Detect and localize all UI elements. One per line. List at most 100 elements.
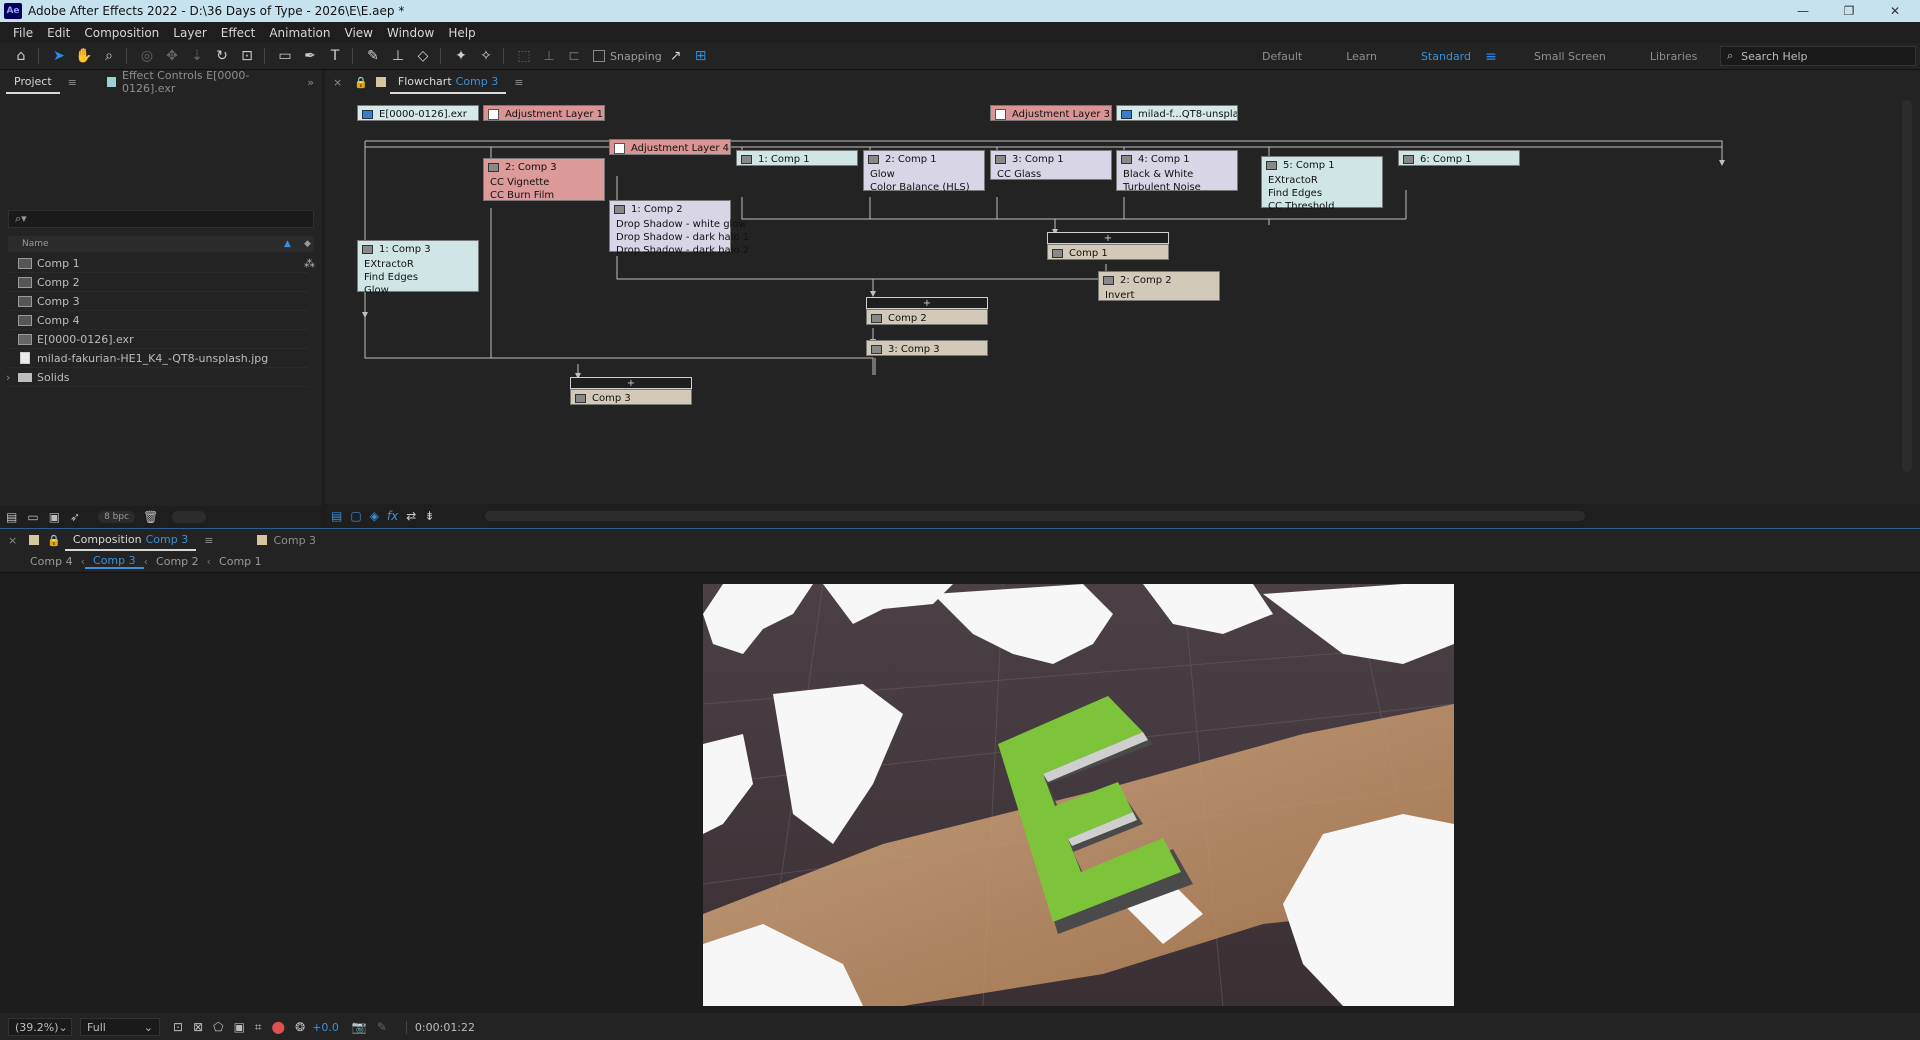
workspace-small-screen[interactable]: Small Screen [1512,50,1628,63]
flow-node-5-comp-1[interactable]: 5: Comp 1 EXtractoR Find Edges CC Thresh… [1261,156,1383,212]
show-snapshot-icon[interactable]: ✎ [377,1020,387,1034]
flow-node-3-comp-1[interactable]: 3: Comp 1 CC Glass [990,150,1112,180]
close-tab-icon[interactable]: × [0,534,25,547]
panel-menu-icon[interactable]: ≡ [196,534,221,547]
show-solids-icon[interactable]: ▢ [350,509,361,523]
menu-animation[interactable]: Animation [262,26,337,40]
trash-icon[interactable]: 🗑 [143,510,158,524]
breadcrumb-comp-4[interactable]: Comp 4 [22,555,81,568]
zoom-tool-icon[interactable]: ⌕ [98,45,120,67]
project-item-comp-4[interactable]: Comp 4 [8,311,308,330]
close-tab-icon[interactable]: × [325,76,350,89]
flow-node-comp-1[interactable]: Comp 1 [1047,244,1169,260]
flowchart-canvas[interactable]: E[0000-0126].exr Adjustment Layer 1 Adju… [325,94,1920,504]
flow-node-1-comp-2[interactable]: 1: Comp 2 Drop Shadow - white glow Drop … [609,200,749,256]
rotation-tool-icon[interactable]: ↻ [211,45,233,67]
roto-brush-tool-icon[interactable]: ✦ [450,45,472,67]
panel-overflow-icon[interactable]: » [299,76,322,89]
flowchart-node-icon[interactable]: ⁂ [304,257,315,270]
expand-arrow-icon[interactable]: › [6,371,10,384]
project-item-comp-3[interactable]: Comp 3 [8,292,308,311]
project-scrollbar[interactable] [172,511,207,523]
pan-behind-tool-icon[interactable]: ⊡ [236,45,258,67]
brush-tool-icon[interactable]: ✎ [362,45,384,67]
mask-visibility-icon[interactable]: ⬠ [213,1020,223,1034]
magnification-dropdown[interactable]: (39.2%) ⌄ [8,1018,72,1036]
flow-node-1-comp-3[interactable]: 1: Comp 3 EXtractoR Find Edges Glow [357,240,479,296]
snapping-checkbox[interactable] [593,50,605,62]
comp-3-merge-box[interactable]: + [570,377,692,389]
flowchart-horizontal-scrollbar[interactable] [485,511,1585,521]
flow-node-2-comp-2[interactable]: 2: Comp 2 Invert [1098,271,1220,301]
menu-effect[interactable]: Effect [214,26,263,40]
orbit-camera-icon[interactable]: ◎ [136,45,158,67]
flow-node-2-comp-1[interactable]: 2: Comp 1 Glow Color Balance (HLS) [863,150,985,193]
workspace-libraries[interactable]: Libraries [1628,50,1720,63]
menu-view[interactable]: View [338,26,380,40]
render-queue-icon[interactable]: ➶ [70,510,80,524]
project-column-header[interactable]: Name ▲ ◆ [8,236,314,252]
flow-node-6-comp-1[interactable]: 6: Comp 1 [1398,150,1520,166]
maximize-button[interactable]: ❐ [1826,0,1872,22]
fast-previews-icon[interactable]: ⊡ [173,1020,183,1034]
tab-composition[interactable]: Composition Comp 3 [64,529,197,551]
sort-ascending-icon[interactable]: ▲ [284,239,291,249]
resolution-dropdown[interactable]: Full ⌄ [80,1018,160,1036]
flow-node-exr[interactable]: E[0000-0126].exr [357,105,479,121]
guides-grid-icon[interactable]: ⌗ [255,1020,262,1035]
menu-edit[interactable]: Edit [40,26,77,40]
world-axis-mode-icon[interactable]: ⟂ [538,45,560,67]
puppet-pin-tool-icon[interactable]: ✧ [475,45,497,67]
menu-layer[interactable]: Layer [166,26,213,40]
workspace-standard[interactable]: Standard [1399,50,1477,63]
project-item-exr-sequence[interactable]: E[0000-0126].exr [8,330,308,349]
comp-2-merge-box[interactable]: + [866,297,988,309]
current-time-display[interactable]: 0:00:01:22 [405,1020,475,1034]
eraser-tool-icon[interactable]: ◇ [412,45,434,67]
breadcrumb-comp-1[interactable]: Comp 1 [211,555,270,568]
lock-icon[interactable]: 🔒 [43,534,65,547]
comp-1-merge-box[interactable]: + [1047,232,1169,244]
flow-node-comp-2[interactable]: Comp 2 [866,309,988,325]
local-axis-mode-icon[interactable]: ⬚ [513,45,535,67]
interpret-footage-icon[interactable]: ▤ [6,510,17,524]
new-composition-icon[interactable]: ▣ [49,510,60,524]
flow-node-4-comp-1[interactable]: 4: Comp 1 Black & White Turbulent Noise [1116,150,1238,193]
home-icon[interactable]: ⌂ [10,45,32,67]
flow-node-comp-3[interactable]: Comp 3 [570,389,692,405]
selection-tool-icon[interactable]: ➤ [48,45,70,67]
snap-edges-icon[interactable]: ↗ [665,45,687,67]
exposure-value[interactable]: +0.0 [312,1021,339,1034]
composition-viewer-frame[interactable] [703,584,1454,1006]
clone-stamp-tool-icon[interactable]: ⊥ [387,45,409,67]
color-channels-icon[interactable]: ⬤ [272,1020,285,1034]
pan-camera-icon[interactable]: ✥ [161,45,183,67]
project-item-comp-1[interactable]: Comp 1 ⁂ [8,254,315,273]
show-effects-icon[interactable]: fx [387,509,398,523]
tab-comp-3-secondary[interactable]: Comp 3 [249,534,324,547]
menu-composition[interactable]: Composition [77,26,166,40]
minimize-button[interactable]: — [1780,0,1826,22]
lock-icon[interactable]: 🔒 [350,76,372,89]
label-tag-icon[interactable]: ◆ [304,239,311,249]
snapshot-camera-icon[interactable]: 📷 [352,1020,367,1034]
workspace-menu-icon[interactable]: ≡ [1480,46,1502,68]
menu-file[interactable]: File [6,26,40,40]
tab-flowchart[interactable]: Flowchart Comp 3 [389,70,507,94]
flow-node-adjustment-layer-4[interactable]: Adjustment Layer 4 [609,139,731,155]
workspace-default[interactable]: Default [1240,50,1324,63]
workspace-learn[interactable]: Learn [1324,50,1399,63]
flow-node-adjustment-layer-1[interactable]: Adjustment Layer 1 [483,105,605,121]
flowchart-vertical-scrollbar[interactable] [1902,100,1912,472]
dolly-camera-icon[interactable]: ⇣ [186,45,208,67]
snap-features-icon[interactable]: ⊞ [690,45,712,67]
bit-depth-button[interactable]: 8 bpc [98,511,136,523]
flow-node-2-comp-3[interactable]: 2: Comp 3 CC Vignette CC Burn Film [483,158,605,201]
show-layers-icon[interactable]: ◈ [370,509,379,523]
project-item-solids-folder[interactable]: › Solids [6,368,308,387]
flow-node-1-comp-1[interactable]: 1: Comp 1 [736,150,858,166]
region-of-interest-icon[interactable]: ▣ [234,1020,245,1034]
column-name[interactable]: Name [22,239,49,249]
menu-window[interactable]: Window [380,26,441,40]
menu-help[interactable]: Help [441,26,482,40]
